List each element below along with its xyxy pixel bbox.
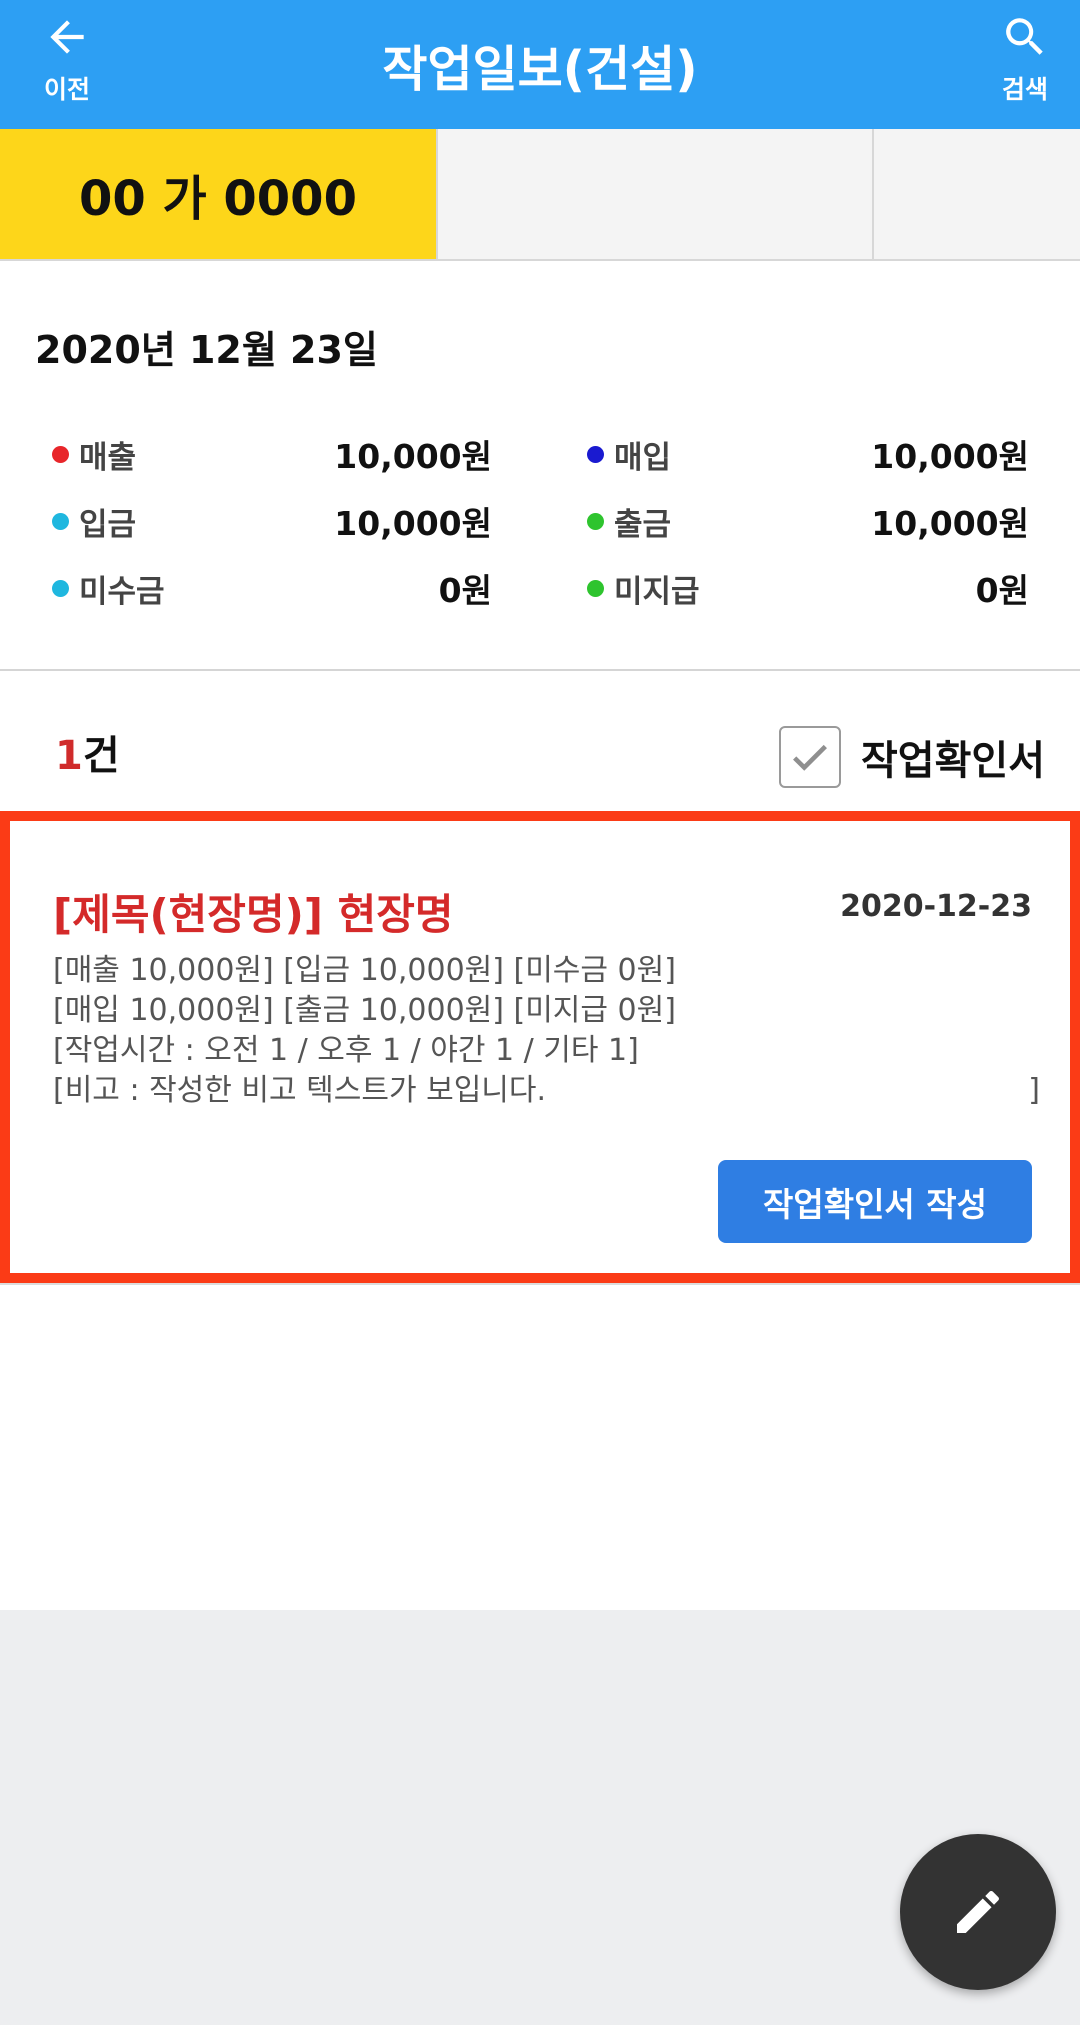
summary-label: 출금 xyxy=(614,506,672,543)
memo-close: ] xyxy=(1028,1073,1040,1108)
page-title: 작업일보(건설) xyxy=(382,41,698,98)
summary-value: 10,000원 xyxy=(871,437,1029,476)
list-empty-area xyxy=(0,1283,1080,1610)
list-header: 1건 작업확인서 xyxy=(0,671,1080,811)
card-line-sales: [매출 10,000원] [입금 10,000원] [미수금 0원] xyxy=(53,953,676,988)
list-item[interactable]: [제목(현장명)] 현장명 2020-12-23 [매출 10,000원] [입… xyxy=(0,811,1080,1283)
status-dot xyxy=(52,579,69,597)
summary-payable: 미지급 0원 xyxy=(587,563,1029,613)
record-count: 1건 xyxy=(55,723,120,781)
memo-text: [비고 : 작성한 비고 텍스트가 보입니다. xyxy=(53,1073,547,1108)
write-confirmation-button[interactable]: 작업확인서 작성 xyxy=(718,1160,1032,1243)
summary-deposit: 입금 10,000원 xyxy=(52,496,492,546)
summary-value: 10,000원 xyxy=(334,504,492,543)
add-report-fab[interactable] xyxy=(900,1834,1056,1990)
status-dot xyxy=(52,512,69,530)
vehicle-tabs: 00 가 0000 xyxy=(0,129,1080,261)
confirmation-checkbox[interactable] xyxy=(779,726,841,788)
confirmation-checkbox-label: 작업확인서 xyxy=(861,738,1045,784)
search-button[interactable]: 검색 xyxy=(970,12,1080,112)
status-dot xyxy=(52,445,69,463)
summary-label: 미수금 xyxy=(79,573,165,610)
search-label: 검색 xyxy=(1001,75,1048,104)
summary-label: 매입 xyxy=(614,439,672,476)
status-dot xyxy=(587,512,604,530)
tab-vehicle-2[interactable] xyxy=(436,129,872,259)
card-date: 2020-12-23 xyxy=(840,889,1032,924)
count-unit: 건 xyxy=(82,733,120,779)
summary-label: 입금 xyxy=(79,506,137,543)
search-icon xyxy=(1006,18,1043,55)
confirmation-filter[interactable]: 작업확인서 xyxy=(779,726,1045,788)
summary-purchase: 매입 10,000원 xyxy=(587,429,1029,479)
summary-sales: 매출 10,000원 xyxy=(52,429,492,479)
summary-value: 0원 xyxy=(975,571,1029,610)
card-title: [제목(현장명)] 현장명 xyxy=(53,890,454,939)
check-icon xyxy=(793,744,827,771)
tab-vehicle-1[interactable]: 00 가 0000 xyxy=(0,129,436,259)
summary-value: 0원 xyxy=(438,571,492,610)
daily-summary: 2020년 12월 23일 매출 10,000원 매입 10,000원 입금 1… xyxy=(0,261,1080,671)
status-dot xyxy=(587,579,604,597)
summary-date: 2020년 12월 23일 xyxy=(35,328,378,372)
count-number: 1 xyxy=(55,733,83,779)
summary-label: 매출 xyxy=(79,439,137,476)
card-line-memo: [비고 : 작성한 비고 텍스트가 보입니다. ] xyxy=(53,1071,1040,1111)
pencil-icon xyxy=(957,1890,999,1933)
summary-value: 10,000원 xyxy=(334,437,492,476)
card-line-worktime: [작업시간 : 오전 1 / 오후 1 / 야간 1 / 기타 1] xyxy=(53,1033,639,1068)
app-bar: 이전 작업일보(건설) 검색 xyxy=(0,0,1080,129)
summary-withdrawal: 출금 10,000원 xyxy=(587,496,1029,546)
status-dot xyxy=(587,445,604,463)
summary-label: 미지급 xyxy=(614,573,700,610)
tab-vehicle-3[interactable] xyxy=(872,129,1080,259)
card-line-purchase: [매입 10,000원] [출금 10,000원] [미지급 0원] xyxy=(53,993,676,1028)
summary-value: 10,000원 xyxy=(871,504,1029,543)
card-details: [매출 10,000원] [입금 10,000원] [미수금 0원] [매입 1… xyxy=(53,951,1040,1111)
summary-receivable: 미수금 0원 xyxy=(52,563,492,613)
